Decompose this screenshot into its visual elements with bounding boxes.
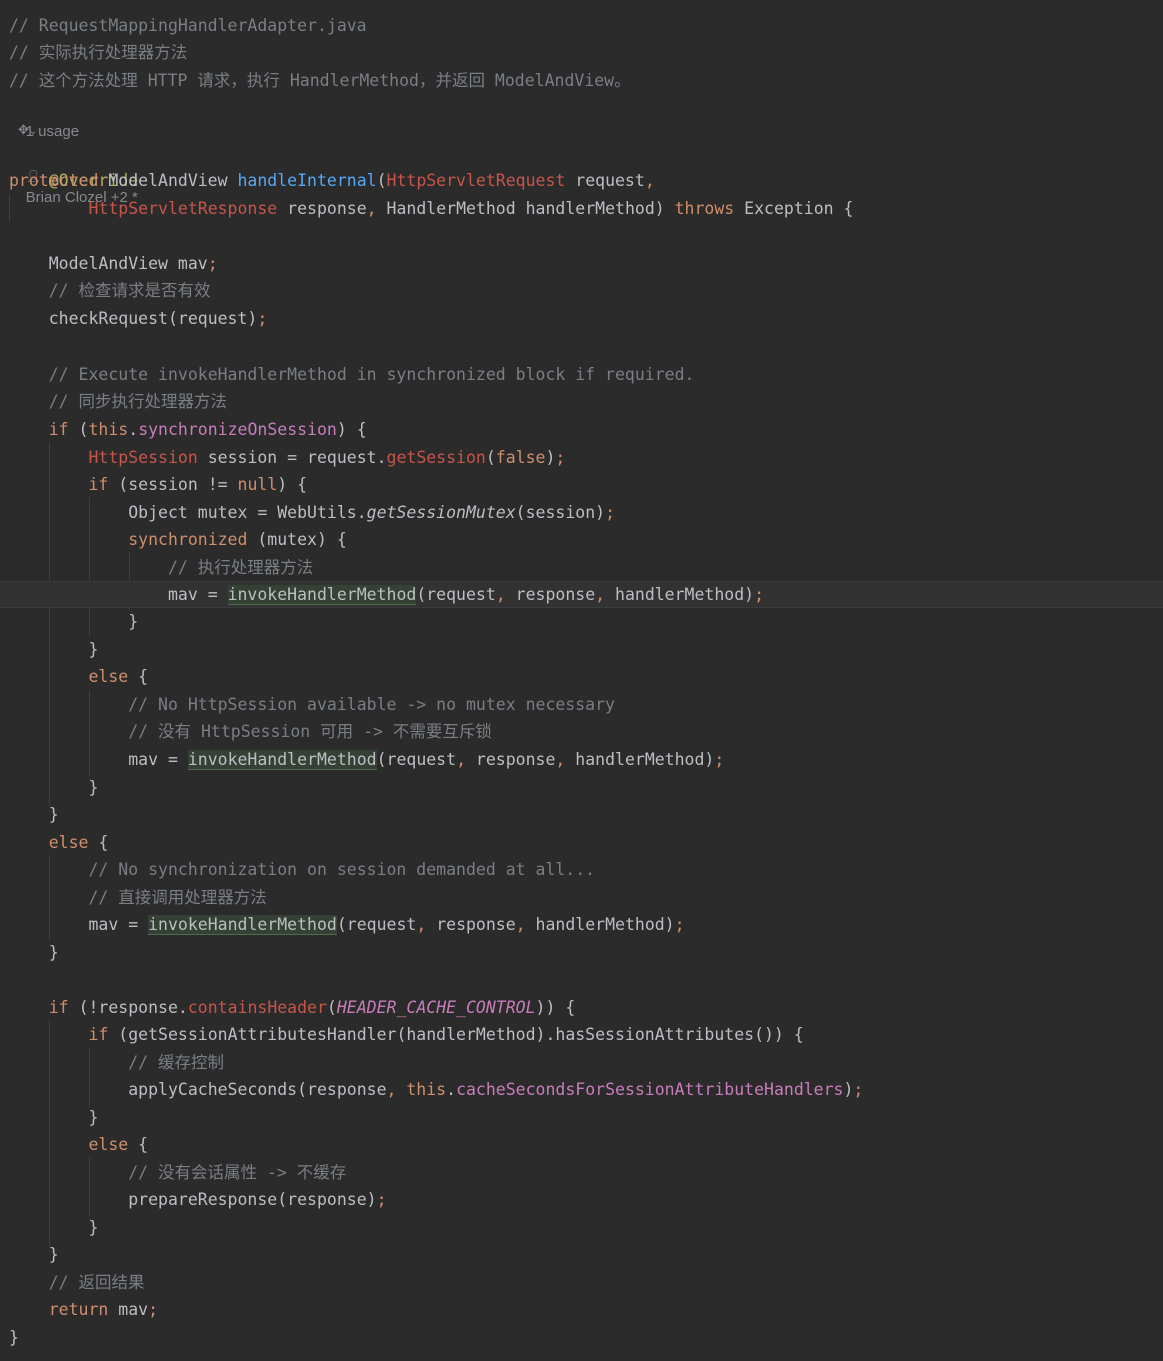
code-line-comment: // RequestMappingHandlerAdapter.java (9, 16, 367, 35)
code-line-comment: // 没有 HttpSession 可用 -> 不需要互斥锁 (128, 722, 492, 741)
code-line: HttpSession session = request.getSession… (88, 448, 566, 467)
code-line: mav = invokeHandlerMethod(request, respo… (128, 750, 725, 770)
code-line-comment: // No HttpSession available -> no mutex … (128, 695, 615, 714)
code-line: } (88, 640, 99, 659)
code-line: synchronized (mutex) { (128, 530, 347, 549)
code-line: } (48, 1245, 59, 1264)
code-line: @Override (48, 171, 139, 190)
code-line: } (48, 943, 59, 962)
code-line-current: mav = invokeHandlerMethod(request, respo… (167, 585, 765, 605)
code-line-comment: // 缓存控制 (128, 1053, 225, 1072)
method-name[interactable]: handleInternal (238, 171, 377, 190)
invoke-handler-method-ref[interactable]: invokeHandlerMethod (148, 915, 337, 935)
code-line-comment: // 检查请求是否有效 (48, 281, 211, 300)
code-line: if (this.synchronizeOnSession) { (48, 420, 367, 439)
code-line: return mav; (48, 1300, 159, 1319)
code-line-comment: // No synchronization on session demande… (88, 860, 596, 879)
code-line: } (9, 1328, 19, 1347)
code-line: else { (88, 667, 149, 686)
code-line-signature: protected ModelAndView handleInternal(Ht… (9, 171, 655, 190)
code-line: if (getSessionAttributesHandler(handlerM… (88, 1025, 804, 1044)
code-line-comment: // 没有会话属性 -> 不缓存 (128, 1163, 347, 1182)
code-line: prepareResponse(response); (128, 1190, 387, 1209)
code-line-comment: // 实际执行处理器方法 (9, 43, 188, 62)
code-line: } (128, 612, 139, 631)
code-line: } (88, 1108, 99, 1127)
code-line: else { (48, 833, 109, 852)
code-line: } (88, 1218, 99, 1237)
code-line: ModelAndView mav; (48, 254, 218, 273)
code-line-comment: // 直接调用处理器方法 (88, 888, 267, 907)
code-line: if (session != null) { (88, 475, 308, 494)
code-line: else { (88, 1135, 149, 1154)
code-line: } (88, 778, 99, 797)
code-line: Object mutex = WebUtils.getSessionMutex(… (128, 503, 615, 522)
code-vision-hints[interactable]: 1 usage 👤︎ Brian Clozel +2 * (9, 99, 138, 206)
ai-assistant-icon[interactable]: ✥⌄ (18, 121, 37, 141)
code-line: applyCacheSeconds(response, this.cacheSe… (128, 1080, 864, 1099)
code-line-comment: // 返回结果 (48, 1273, 145, 1292)
code-line-signature: HttpServletResponse response, HandlerMet… (88, 199, 854, 218)
code-line: if (!response.containsHeader(HEADER_CACH… (48, 998, 576, 1017)
code-line-comment: // 这个方法处理 HTTP 请求，执行 HandlerMethod，并返回 M… (9, 71, 631, 90)
code-line-comment: // 执行处理器方法 (167, 558, 314, 577)
code-line: checkRequest(request); (48, 309, 268, 328)
code-line-comment: // Execute invokeHandlerMethod in synchr… (48, 365, 695, 384)
code-line-comment: // 同步执行处理器方法 (48, 392, 228, 411)
code-line: mav = invokeHandlerMethod(request, respo… (88, 915, 685, 935)
code-line: } (48, 805, 59, 824)
invoke-handler-method-ref[interactable]: invokeHandlerMethod (187, 750, 377, 770)
code-editor[interactable]: // RequestMappingHandlerAdapter.java // … (0, 0, 1163, 1361)
invoke-handler-method-ref[interactable]: invokeHandlerMethod (227, 585, 417, 605)
